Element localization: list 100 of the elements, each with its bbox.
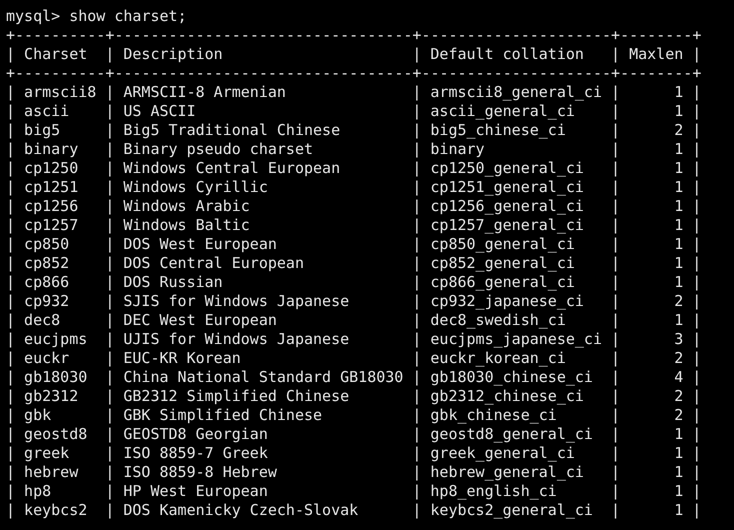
column-divider: |	[611, 254, 620, 273]
table-cell: 1	[674, 463, 684, 481]
column-divider: |	[6, 197, 16, 216]
table-cell: big5	[24, 121, 60, 139]
column-divider: |	[611, 444, 620, 463]
column-divider: |	[611, 292, 620, 311]
column-divider: |	[692, 311, 702, 330]
column-divider: |	[692, 45, 702, 64]
column-divider: |	[105, 330, 114, 349]
column-divider: |	[6, 425, 16, 444]
table-cell: 4	[674, 368, 684, 386]
column-divider: |	[692, 254, 702, 273]
column-divider: |	[105, 463, 114, 482]
table-cell: gb18030	[24, 368, 88, 386]
table-cell: DOS Kamenicky Czech-Slovak	[123, 501, 358, 519]
column-divider: |	[6, 349, 16, 368]
column-divider: |	[6, 463, 16, 482]
table-cell: big5_chinese_ci	[430, 121, 566, 139]
table-cell: 1	[674, 197, 684, 215]
column-divider: |	[611, 463, 620, 482]
column-divider: |	[6, 292, 16, 311]
table-cell: DEC West European	[123, 311, 277, 329]
table-cell: cp850_general_ci	[430, 235, 575, 253]
column-divider: |	[412, 216, 422, 235]
table-cell: Binary pseudo charset	[123, 140, 314, 158]
table-cell: binary	[430, 140, 485, 158]
column-divider: |	[692, 349, 702, 368]
table-cell: 1	[674, 216, 684, 234]
table-cell: cp1256_general_ci	[430, 197, 584, 215]
table-cell: hp8_english_ci	[430, 482, 557, 500]
table-cell: euckr	[24, 349, 70, 367]
table-cell: GEOSTD8 Georgian	[123, 425, 268, 443]
column-divider: |	[6, 444, 16, 463]
column-divider: |	[611, 273, 620, 292]
column-divider: |	[105, 425, 114, 444]
column-divider: |	[611, 159, 620, 178]
table-cell: DOS West European	[123, 235, 277, 253]
column-divider: |	[692, 444, 702, 463]
table-cell: gb2312	[24, 387, 78, 405]
column-divider: |	[412, 387, 422, 406]
table-cell: dec8	[24, 311, 60, 329]
column-divider: |	[692, 140, 702, 159]
column-divider: |	[692, 463, 702, 482]
column-divider: |	[105, 178, 114, 197]
column-divider: |	[105, 368, 114, 387]
column-divider: |	[611, 235, 620, 254]
table-cell: HP West European	[123, 482, 268, 500]
table-cell: gbk	[24, 406, 52, 424]
table-cell: hebrew_general_ci	[430, 463, 584, 481]
table-cell: 1	[674, 311, 684, 329]
table-cell: cp1256	[24, 197, 78, 215]
table-cell: cp932	[24, 292, 70, 310]
column-divider: |	[105, 197, 114, 216]
column-divider: |	[412, 482, 422, 501]
table-cell: 1	[674, 273, 684, 291]
column-header: Default collation	[430, 45, 584, 63]
column-divider: |	[105, 387, 114, 406]
column-divider: |	[412, 273, 422, 292]
column-divider: |	[412, 330, 422, 349]
table-cell: ISO 8859-7 Greek	[123, 444, 268, 462]
table-cell: dec8_swedish_ci	[430, 311, 566, 329]
column-divider: |	[6, 121, 16, 140]
column-divider: |	[611, 311, 620, 330]
column-divider: |	[412, 444, 422, 463]
column-divider: |	[611, 425, 620, 444]
table-cell: Windows Central European	[123, 159, 340, 177]
table-cell: DOS Central European	[123, 254, 304, 272]
table-cell: Windows Cyrillic	[123, 178, 268, 196]
column-divider: |	[6, 216, 16, 235]
column-divider: |	[692, 501, 702, 520]
column-divider: |	[412, 102, 422, 121]
column-header: Description	[123, 45, 223, 63]
column-divider: |	[692, 387, 702, 406]
table-cell: geostd8	[24, 425, 88, 443]
column-divider: |	[105, 83, 114, 102]
column-divider: |	[611, 83, 620, 102]
column-divider: |	[6, 311, 16, 330]
column-header: Maxlen	[629, 45, 684, 63]
column-divider: |	[105, 102, 114, 121]
column-divider: |	[105, 216, 114, 235]
column-divider: |	[105, 482, 114, 501]
table-cell: gb18030_chinese_ci	[430, 368, 593, 386]
column-divider: |	[611, 482, 620, 501]
column-divider: |	[105, 45, 114, 64]
column-divider: |	[611, 368, 620, 387]
table-cell: Windows Arabic	[123, 197, 250, 215]
table-cell: cp866_general_ci	[430, 273, 575, 291]
table-cell: Big5 Traditional Chinese	[123, 121, 340, 139]
table-cell: cp1257	[24, 216, 78, 234]
table-cell: gbk_chinese_ci	[430, 406, 557, 424]
table-cell: 2	[674, 121, 684, 139]
table-cell: cp1251	[24, 178, 78, 196]
column-divider: |	[6, 406, 16, 425]
column-divider: |	[412, 311, 422, 330]
column-divider: |	[692, 102, 702, 121]
table-cell: 2	[674, 292, 684, 310]
table-cell: armscii8	[24, 83, 96, 101]
command-prompt: mysql> show charset;	[6, 7, 187, 26]
table-cell: keybcs2_general_ci	[430, 501, 593, 519]
column-divider: |	[692, 273, 702, 292]
